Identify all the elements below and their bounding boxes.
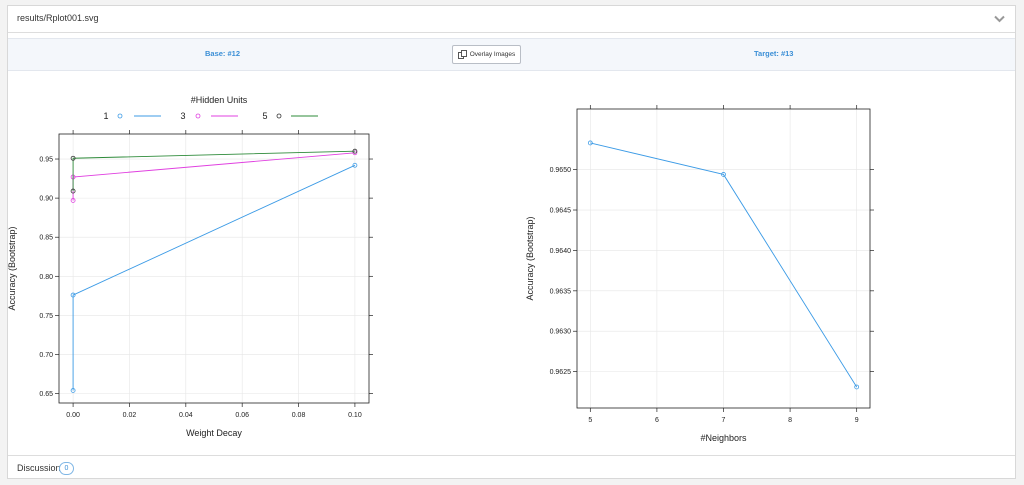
legend-marker [195, 113, 201, 119]
compare-bar: Base: #12 Overlay Images Target: #13 [8, 38, 1015, 71]
discussion-count-badge[interactable]: 0 [59, 462, 74, 475]
x-tick-label: 9 [855, 417, 859, 424]
series-line-1 [72, 164, 356, 391]
base-chart: 0.00 0.02 0.04 0.06 0.08 0.10 0.65 0.70 0.75 0.80… [8, 95, 373, 438]
file-header: results/Rplot001.svg [8, 6, 1015, 33]
target-link[interactable]: Target: #13 [754, 49, 793, 58]
y-tick-label: 0.85 [39, 235, 53, 242]
legend-label: 3 [180, 111, 185, 121]
x-axis-label: Weight Decay [186, 428, 242, 438]
x-tick-label: 7 [722, 417, 726, 424]
x-tick-label: 0.10 [348, 412, 362, 419]
y-tick-label: 0.70 [39, 352, 53, 359]
base-link[interactable]: Base: #12 [205, 49, 240, 58]
y-tick-label: 0.75 [39, 313, 53, 320]
y-tick-label: 0.90 [39, 196, 53, 203]
x-axis-label: #Neighbors [700, 433, 747, 443]
y-tick-label: 0.9635 [550, 288, 572, 295]
overlay-images-label: Overlay Images [469, 51, 516, 58]
y-tick-label: 0.65 [39, 391, 53, 398]
target-chart: 5 6 7 8 9 0.9625 0.9630 0.9635 0.9640 0.9645 0.965… [525, 105, 874, 443]
y-tick-label: 0.80 [39, 274, 53, 281]
x-tick-label: 0.04 [179, 412, 193, 419]
x-tick-label: 0.08 [292, 412, 306, 419]
chevron-down-icon[interactable] [994, 15, 1005, 23]
overlay-images-button[interactable]: Overlay Images [452, 45, 521, 64]
y-tick-label: 0.9650 [550, 167, 572, 174]
y-axis-label: Accuracy (Bootstrap) [525, 216, 535, 300]
x-tick-label: 0.00 [66, 412, 80, 419]
legend-title: #Hidden Units [191, 95, 248, 105]
y-tick-label: 0.9630 [550, 329, 572, 336]
y-tick-label: 0.9645 [550, 208, 572, 215]
x-tick-label: 0.06 [235, 412, 249, 419]
legend-label: 1 [103, 111, 108, 121]
discussion-label: Discussion [17, 463, 61, 473]
x-tick-label: 8 [788, 417, 792, 424]
series-line-3 [72, 152, 355, 201]
x-tick-label: 5 [588, 417, 592, 424]
legend-marker [117, 113, 123, 119]
overlay-icon [457, 50, 467, 59]
y-tick-label: 0.95 [39, 157, 53, 164]
y-tick-label: 0.9625 [550, 369, 572, 376]
file-panel: results/Rplot001.svg Base: #12 Overlay I… [7, 5, 1016, 479]
legend-marker [276, 113, 282, 119]
x-tick-label: 0.02 [123, 412, 137, 419]
y-tick-label: 0.9640 [550, 248, 572, 255]
legend-label: 5 [262, 111, 267, 121]
file-name: results/Rplot001.svg [17, 13, 99, 23]
y-axis-label: Accuracy (Bootstrap) [8, 226, 17, 310]
discussion-bar: Discussion 0 [8, 455, 1015, 480]
x-tick-label: 6 [655, 417, 659, 424]
